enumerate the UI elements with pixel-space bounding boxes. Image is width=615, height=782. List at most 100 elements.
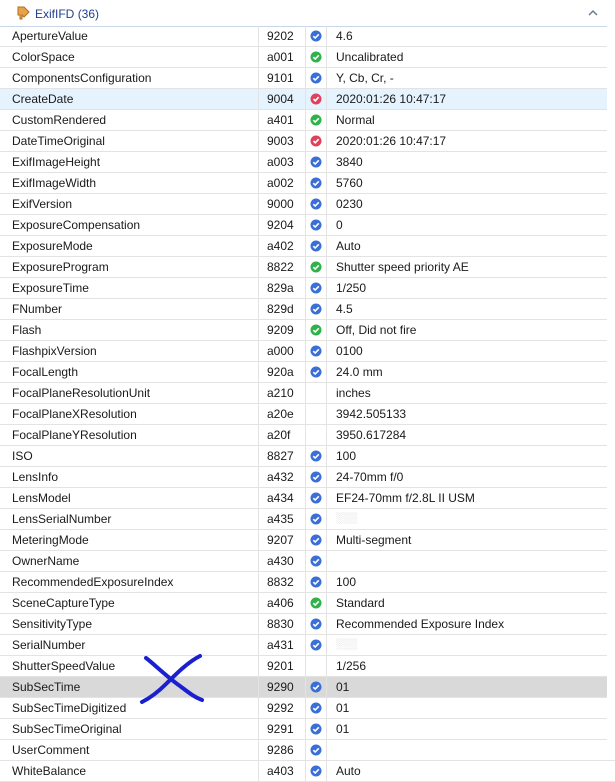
tag-row[interactable]: SensitivityType 8830 Recommended Exposure … — [0, 614, 615, 635]
tag-name: ApertureValue — [0, 26, 259, 46]
tag-row[interactable]: ExposureMode a402 Auto — [0, 236, 615, 257]
tag-row[interactable]: FocalPlaneResolutionUnit a210 inches — [0, 383, 615, 404]
chevron-up-icon[interactable] — [585, 5, 601, 21]
tag-row[interactable]: SubSecTimeDigitized 9292 01 — [0, 698, 615, 719]
blue-check-icon — [310, 177, 322, 189]
tag-id: 9286 — [258, 740, 306, 760]
tag-value[interactable]: Auto — [327, 236, 606, 256]
tag-status — [306, 47, 327, 67]
tag-value[interactable]: 01 — [327, 698, 606, 718]
tag-value[interactable]: Normal — [327, 110, 606, 130]
tag-value[interactable]: 0230 — [327, 194, 606, 214]
tag-row[interactable]: ExifVersion 9000 0230 — [0, 194, 615, 215]
tag-row[interactable]: MeteringMode 9207 Multi-segment — [0, 530, 615, 551]
tag-row[interactable]: OwnerName a430 — [0, 551, 615, 572]
tag-value[interactable]: Multi-segment — [327, 530, 606, 550]
tag-status — [306, 383, 327, 403]
tag-row[interactable]: SubSecTimeOriginal 9291 01 — [0, 719, 615, 740]
tag-value[interactable]: Uncalibrated — [327, 47, 606, 67]
tag-value[interactable] — [327, 551, 606, 571]
tag-value[interactable]: 100 — [327, 572, 606, 592]
tag-row[interactable]: ExifImageHeight a003 3840 — [0, 152, 615, 173]
tag-row[interactable]: ExposureCompensation 9204 0 — [0, 215, 615, 236]
tag-value[interactable]: 01 — [327, 677, 606, 697]
tag-value[interactable]: 4.5 — [327, 299, 606, 319]
tag-row[interactable]: ISO 8827 100 — [0, 446, 615, 467]
tag-value[interactable]: 5760 — [327, 173, 606, 193]
tag-value[interactable]: Auto — [327, 761, 606, 781]
tag-id: a001 — [258, 47, 306, 67]
group-header-exififd[interactable]: ExifIFD (36) — [0, 0, 615, 27]
blue-check-icon — [310, 198, 322, 210]
tag-value[interactable]: Shutter speed priority AE — [327, 257, 606, 277]
tag-id: 829a — [258, 278, 306, 298]
tag-status — [306, 341, 327, 361]
tag-id: a435 — [258, 509, 306, 529]
red-check-icon — [310, 93, 322, 105]
tag-value[interactable]: 1/256 — [327, 656, 606, 676]
tag-row[interactable]: Flash 9209 Off, Did not fire — [0, 320, 615, 341]
tag-value[interactable]: 1/250 — [327, 278, 606, 298]
tag-value[interactable]: Standard — [327, 593, 606, 613]
tag-value[interactable]: 3950.617284 — [327, 425, 606, 445]
scrollbar-gutter — [607, 26, 615, 749]
tag-value[interactable]: 3840 — [327, 152, 606, 172]
tag-status — [306, 488, 327, 508]
tag-row[interactable]: LensSerialNumber a435 ░░░ — [0, 509, 615, 530]
tag-row[interactable]: SerialNumber a431 ░░░ — [0, 635, 615, 656]
tag-status — [306, 152, 327, 172]
tag-value[interactable]: 0 — [327, 215, 606, 235]
tag-value[interactable]: EF24-70mm f/2.8L II USM — [327, 488, 606, 508]
tag-row[interactable]: CustomRendered a401 Normal — [0, 110, 615, 131]
tag-status — [306, 572, 327, 592]
tag-status — [306, 299, 327, 319]
tag-value[interactable]: 4.6 — [327, 26, 606, 46]
tag-value[interactable]: 2020:01:26 10:47:17 — [327, 131, 606, 151]
tag-row[interactable]: WhiteBalance a403 Auto — [0, 761, 615, 782]
tag-row[interactable]: CreateDate 9004 2020:01:26 10:47:17 — [0, 89, 615, 110]
tag-row[interactable]: ApertureValue 9202 4.6 — [0, 26, 615, 47]
blue-check-icon — [310, 744, 322, 756]
tag-value[interactable]: Y, Cb, Cr, - — [327, 68, 606, 88]
tag-row[interactable]: SubSecTime 9290 01 — [0, 677, 615, 698]
tag-row[interactable]: ExifImageWidth a002 5760 — [0, 173, 615, 194]
tag-row[interactable]: UserComment 9286 — [0, 740, 615, 761]
tag-row[interactable]: FNumber 829d 4.5 — [0, 299, 615, 320]
tag-value[interactable]: Recommended Exposure Index — [327, 614, 606, 634]
tag-value[interactable]: Off, Did not fire — [327, 320, 606, 340]
tag-row[interactable]: FocalLength 920a 24.0 mm — [0, 362, 615, 383]
blue-check-icon — [310, 30, 322, 42]
tag-row[interactable]: LensModel a434 EF24-70mm f/2.8L II USM — [0, 488, 615, 509]
tag-value[interactable]: 100 — [327, 446, 606, 466]
tag-row[interactable]: ComponentsConfiguration 9101 Y, Cb, Cr, - — [0, 68, 615, 89]
tag-id: 9004 — [258, 89, 306, 109]
tag-value[interactable]: inches — [327, 383, 606, 403]
tag-id: 8827 — [258, 446, 306, 466]
tag-value[interactable]: 01 — [327, 719, 606, 739]
tag-row[interactable]: RecommendedExposureIndex 8832 100 — [0, 572, 615, 593]
tag-value[interactable]: 24.0 mm — [327, 362, 606, 382]
tag-name: FocalPlaneResolutionUnit — [0, 383, 259, 403]
tag-value[interactable]: 3942.505133 — [327, 404, 606, 424]
tag-value[interactable]: ░░░ — [327, 509, 606, 529]
tag-row[interactable]: SceneCaptureType a406 Standard — [0, 593, 615, 614]
blue-check-icon — [310, 639, 322, 651]
tag-value[interactable]: ░░░ — [327, 635, 606, 655]
blue-check-icon — [310, 576, 322, 588]
tag-row[interactable]: LensInfo a432 24-70mm f/0 — [0, 467, 615, 488]
tag-row[interactable]: FocalPlaneYResolution a20f 3950.617284 — [0, 425, 615, 446]
tag-row[interactable]: ExposureProgram 8822 Shutter speed priorit… — [0, 257, 615, 278]
tag-value[interactable]: 2020:01:26 10:47:17 — [327, 89, 606, 109]
tag-value[interactable]: 0100 — [327, 341, 606, 361]
tag-row[interactable]: DateTimeOriginal 9003 2020:01:26 10:47:17 — [0, 131, 615, 152]
tag-row[interactable]: ShutterSpeedValue 9201 1/256 — [0, 656, 615, 677]
tag-row[interactable]: ColorSpace a001 Uncalibrated — [0, 47, 615, 68]
tag-value[interactable]: 24-70mm f/0 — [327, 467, 606, 487]
tag-name: WhiteBalance — [0, 761, 259, 781]
tag-id: 920a — [258, 362, 306, 382]
tag-row[interactable]: FlashpixVersion a000 0100 — [0, 341, 615, 362]
tag-value[interactable] — [327, 740, 606, 760]
tag-name: SensitivityType — [0, 614, 259, 634]
tag-row[interactable]: FocalPlaneXResolution a20e 3942.505133 — [0, 404, 615, 425]
tag-row[interactable]: ExposureTime 829a 1/250 — [0, 278, 615, 299]
